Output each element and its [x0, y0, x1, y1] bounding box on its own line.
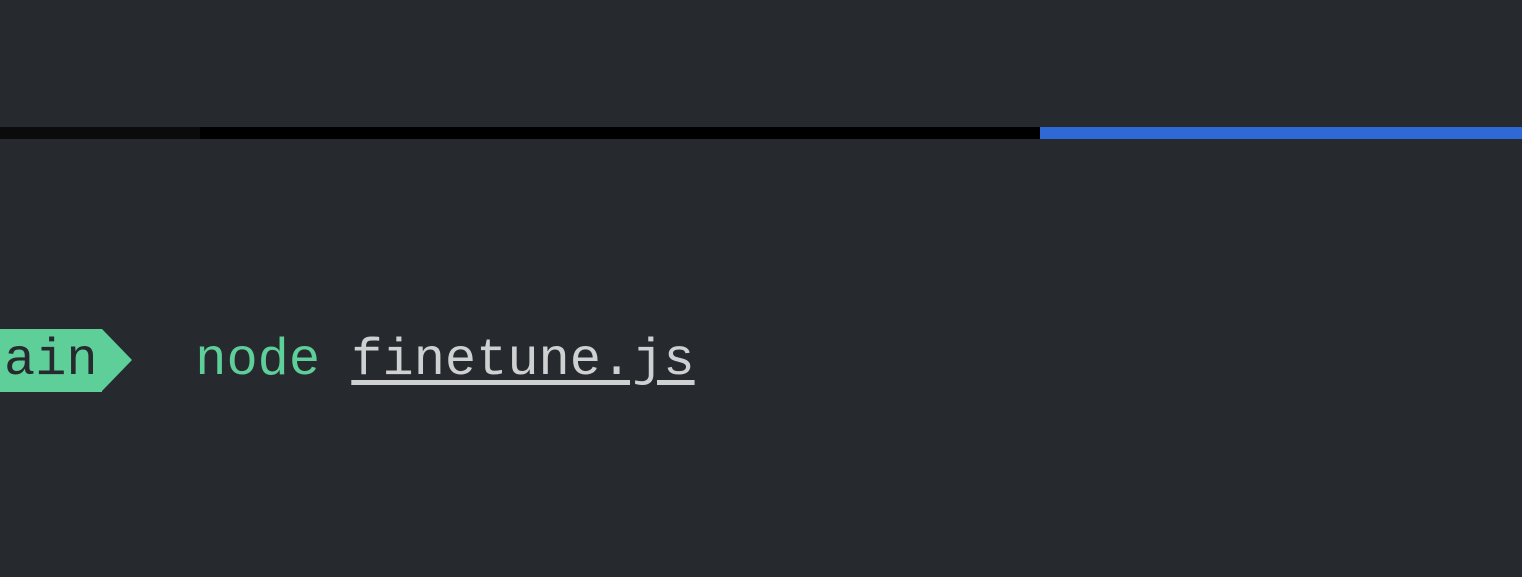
titlebar-strip — [0, 127, 1522, 139]
terminal-viewport[interactable]: ain node finetune.js choices: [ { text: … — [0, 139, 1522, 577]
command-file: finetune.js — [351, 331, 694, 390]
titlebar-right-segment — [1040, 127, 1522, 139]
titlebar-mid-segment — [200, 127, 1040, 139]
git-branch-badge: ain — [0, 329, 102, 392]
command-runtime: node — [195, 331, 320, 390]
git-branch-text: ain — [4, 331, 98, 390]
titlebar-left-segment — [0, 127, 200, 139]
prompt-line: ain node finetune.js — [0, 329, 1522, 392]
spacer — [320, 331, 351, 390]
